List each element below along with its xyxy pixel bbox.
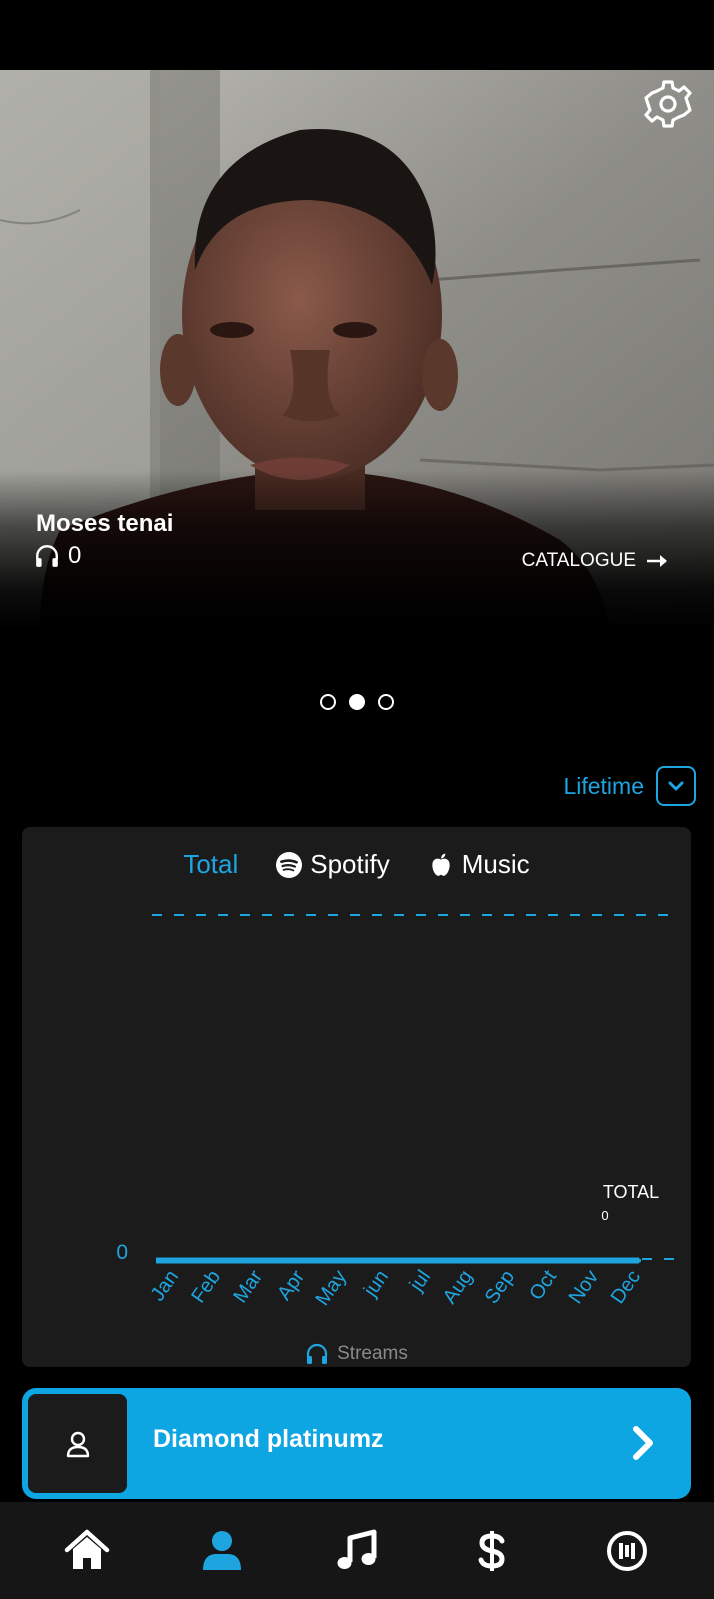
headphones-icon bbox=[36, 545, 58, 567]
x-tick-jul: jul bbox=[405, 1266, 435, 1296]
bottom-navigation bbox=[0, 1502, 714, 1599]
period-dropdown[interactable]: Lifetime bbox=[563, 766, 696, 806]
settings-button[interactable] bbox=[640, 76, 696, 132]
data-point-jul bbox=[427, 1258, 431, 1263]
x-tick-may: May bbox=[311, 1266, 351, 1310]
carousel-dot[interactable] bbox=[378, 694, 394, 710]
period-label: Lifetime bbox=[563, 772, 644, 799]
x-tick-sep: Sep bbox=[481, 1266, 519, 1308]
streams-axis-label: Streams bbox=[22, 1342, 691, 1366]
data-point-nov bbox=[595, 1258, 599, 1263]
carousel-dot-active[interactable] bbox=[349, 694, 365, 710]
nav-profile[interactable] bbox=[187, 1516, 257, 1586]
data-point-dec bbox=[637, 1258, 641, 1263]
artist-hero: Moses tenai 0 CATALOGUE bbox=[0, 70, 714, 630]
x-tick-jun: jun bbox=[359, 1266, 393, 1301]
x-tick-apr: Apr bbox=[273, 1266, 309, 1304]
data-point-jan bbox=[175, 1258, 179, 1263]
data-point-oct bbox=[553, 1258, 557, 1263]
status-bar bbox=[0, 0, 714, 70]
period-chevron-box bbox=[656, 766, 696, 806]
x-tick-jan: Jan bbox=[147, 1266, 184, 1305]
x-tick-feb: Feb bbox=[187, 1266, 225, 1307]
nav-home[interactable] bbox=[52, 1516, 122, 1586]
y-tick-label: 0 bbox=[116, 1241, 128, 1264]
catalogue-link[interactable]: CATALOGUE bbox=[522, 550, 670, 572]
data-point-sep bbox=[511, 1258, 515, 1263]
home-icon bbox=[65, 1529, 110, 1569]
catalogue-label: CATALOGUE bbox=[521, 550, 636, 571]
chevron-down-icon bbox=[668, 781, 684, 791]
data-point-may bbox=[343, 1258, 347, 1263]
music-note-icon bbox=[337, 1529, 377, 1569]
user-icon bbox=[66, 1431, 89, 1457]
artist-switch-card[interactable]: Diamond platinumz bbox=[22, 1388, 691, 1499]
streams-label-text: Streams bbox=[337, 1343, 408, 1364]
data-point-apr bbox=[301, 1258, 305, 1263]
gear-icon bbox=[644, 80, 692, 128]
user-icon bbox=[203, 1530, 242, 1570]
total-label: TOTAL bbox=[603, 1182, 659, 1202]
nav-music[interactable] bbox=[322, 1516, 392, 1586]
listen-count: 0 bbox=[68, 542, 82, 569]
data-point-mar bbox=[259, 1258, 263, 1263]
total-value: 0 bbox=[601, 1208, 608, 1223]
x-tick-mar: Mar bbox=[229, 1266, 267, 1307]
carousel-dot[interactable] bbox=[320, 694, 336, 710]
carousel-dots bbox=[0, 694, 714, 710]
data-point-aug bbox=[469, 1258, 473, 1263]
x-tick-aug: Aug bbox=[439, 1266, 477, 1308]
data-point-feb bbox=[217, 1258, 221, 1263]
artist-card-name: Diamond platinumz bbox=[153, 1425, 384, 1453]
listen-count-row: 0 bbox=[34, 542, 81, 570]
headphones-icon bbox=[307, 1343, 328, 1364]
data-point-jun bbox=[385, 1258, 389, 1263]
x-tick-oct: Oct bbox=[525, 1266, 561, 1304]
streams-chart-card: Total Spotify Music 0 Jan Feb Mar Apr May jun j… bbox=[22, 827, 691, 1367]
nav-earnings[interactable] bbox=[457, 1516, 527, 1586]
x-tick-nov: Nov bbox=[565, 1266, 603, 1308]
artist-avatar bbox=[28, 1394, 127, 1493]
arrow-right-icon bbox=[647, 555, 667, 567]
streams-line-chart: 0 Jan Feb Mar Apr May jun jul Aug Sep Oct Nov Dec TOT… bbox=[116, 914, 680, 1310]
pause-circle-icon bbox=[606, 1530, 647, 1571]
x-tick-dec: Dec bbox=[607, 1266, 645, 1308]
dollar-icon bbox=[478, 1530, 505, 1571]
nav-stats[interactable] bbox=[592, 1516, 662, 1586]
chevron-right-icon bbox=[633, 1426, 653, 1460]
artist-name: Moses tenai bbox=[36, 510, 174, 537]
